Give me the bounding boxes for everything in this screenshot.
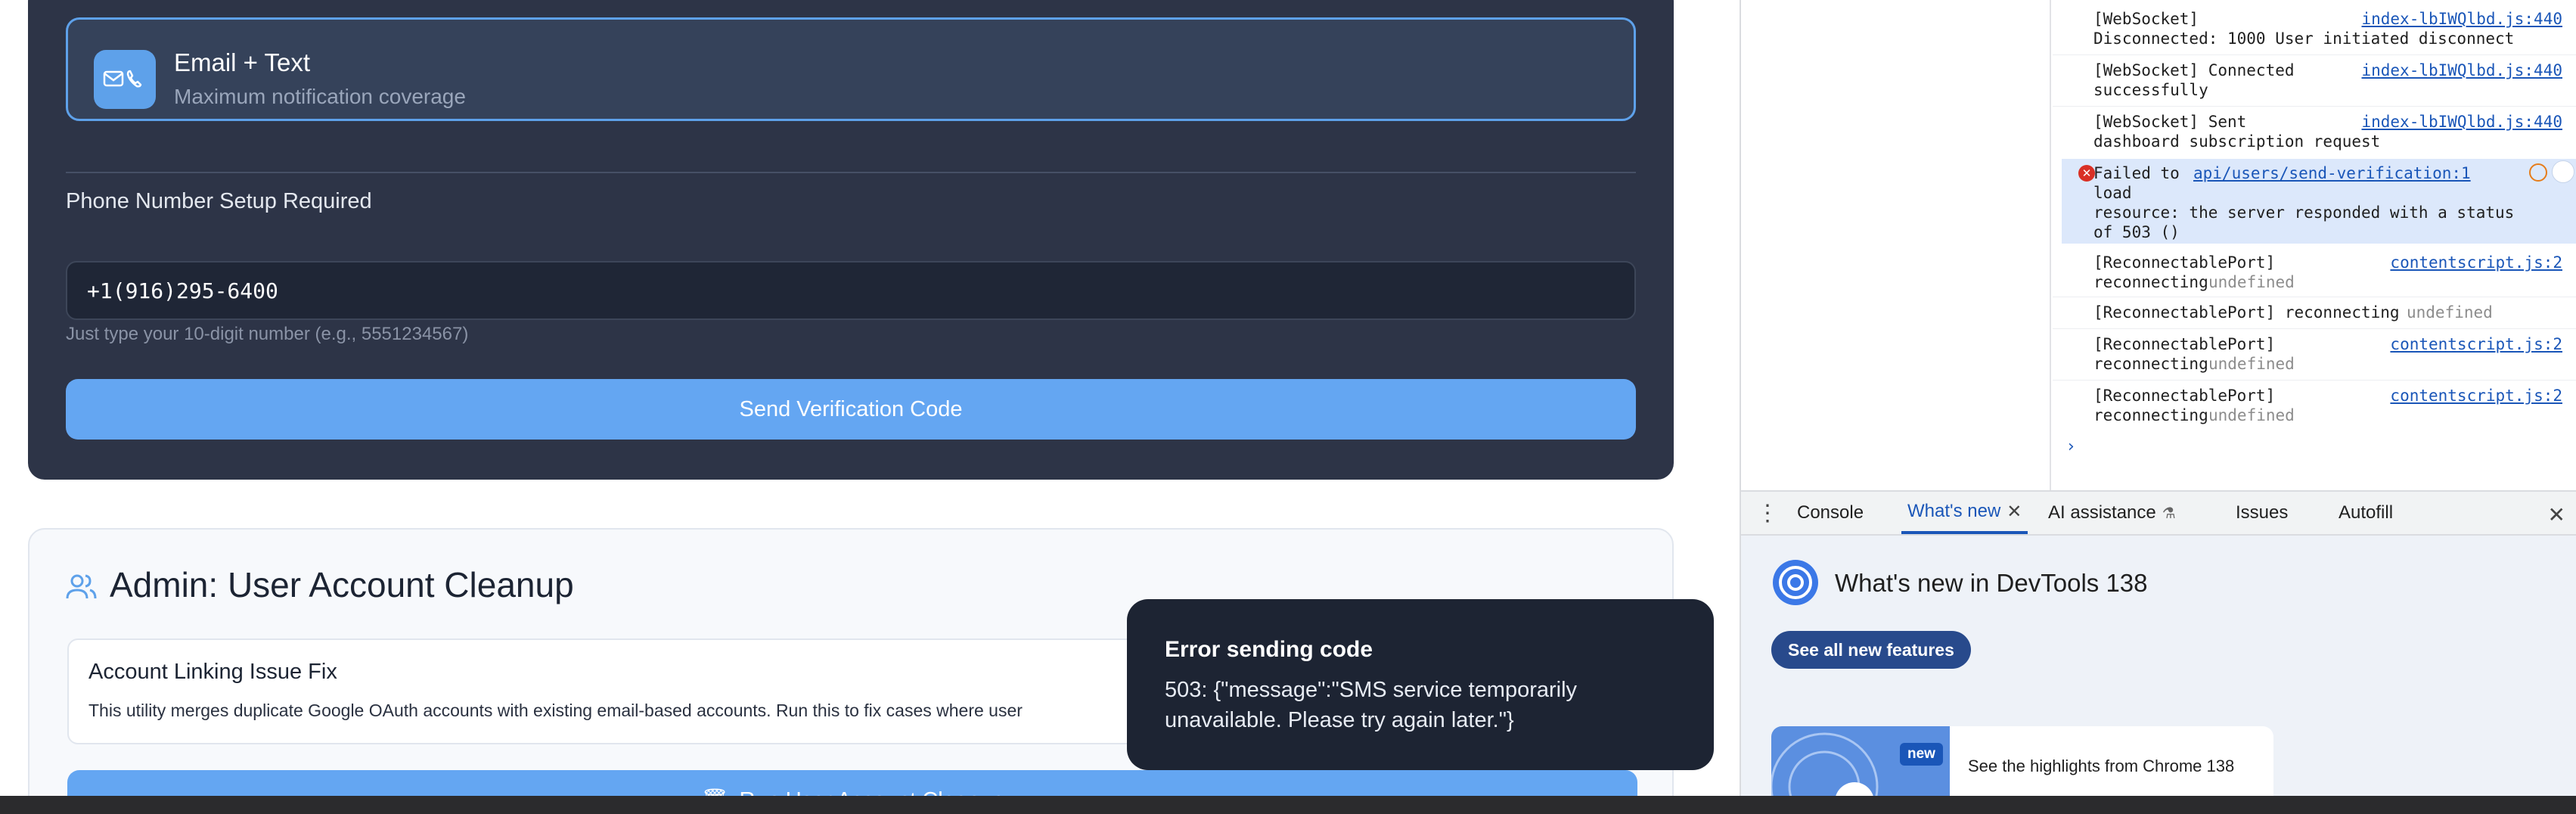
users-icon [66,574,97,599]
console-message: [ReconnectablePort] reconnecting undefin… [2053,303,2576,324]
tab-console[interactable]: Console [1797,492,1864,534]
console-message: [WebSocket] Disconnected: 1000 User init… [2053,9,2576,50]
close-drawer-icon[interactable]: ✕ [2548,502,2565,527]
console-separator [2053,328,2576,329]
error-toast: Error sending code 503: {"message":"SMS … [1127,599,1714,770]
see-all-features-button[interactable]: See all new features [1771,631,1971,669]
flask-icon: ⚗ [2162,505,2176,522]
phone-setup-heading: Phone Number Setup Required [66,189,372,213]
console-message-undefined: undefined [2208,273,2295,291]
console-message-source[interactable]: index-lbIWQlbd.js:440 [2361,61,2562,80]
phone-hint: Just type your 10-digit number (e.g., 55… [66,324,469,344]
devtools-panel: [WebSocket] Disconnected: 1000 User init… [1740,0,2576,814]
console-separator [2053,106,2576,107]
fix-description: This utility merges duplicate Google OAu… [88,701,1023,720]
console-message-undefined: undefined [2208,355,2295,373]
run-cleanup-label: Run User Account Cleanup [740,788,1004,797]
tab-ai-assistance[interactable]: AI assistance ⚗ [2048,492,2176,534]
notification-settings-card: Email + Text Maximum notification covera… [28,0,1674,480]
fix-title: Account Linking Issue Fix [88,660,337,684]
ai-insight-icon[interactable] [2552,160,2574,183]
mail-phone-icon [94,50,156,109]
console-prompt-chevron[interactable]: › [2068,437,2075,456]
console-separator [2053,380,2576,381]
drawer-tab-bar: ⋮ Console What's new ✕ AI assistance ⚗ I… [1741,490,2576,536]
option-title: Email + Text [174,48,311,76]
admin-title: Admin: User Account Cleanup [110,565,574,604]
more-options-icon[interactable]: ⋮ [1756,492,1779,534]
console-message: [ReconnectablePort] reconnecting undefin… [2053,334,2576,375]
phone-number-input[interactable] [66,261,1636,320]
console-message-source[interactable]: index-lbIWQlbd.js:440 [2361,9,2562,29]
toast-title: Error sending code [1165,637,1373,662]
console-message: [WebSocket] Connected successfully index… [2053,61,2576,101]
new-badge: new [1900,743,1943,766]
tab-ai-assistance-label: AI assistance [2048,502,2156,523]
console-message-text: [WebSocket] Sent dashboard subscription … [2093,113,2381,151]
toast-message: 503: {"message":"SMS service temporarily… [1165,678,1578,732]
option-subtitle: Maximum notification coverage [174,85,466,108]
console-message: [ReconnectablePort] reconnecting undefin… [2053,386,2576,427]
divider [66,172,1636,173]
console-message-text: [WebSocket] Connected successfully [2093,61,2295,99]
tab-whats-new[interactable]: What's new ✕ [1901,492,2028,534]
whats-new-panel: What's new in DevTools 138 See all new f… [1741,536,2576,814]
close-tab-icon[interactable]: ✕ [2006,501,2022,523]
error-icon: ✕ [2078,165,2095,182]
highlights-text: See the highlights from Chrome 138 [1968,757,2235,775]
console-message-source[interactable]: index-lbIWQlbd.js:440 [2361,112,2562,132]
console-message-source[interactable]: contentscript.js:2 [2390,253,2562,272]
console-message: [ReconnectablePort] reconnecting undefin… [2053,253,2576,294]
tab-autofill[interactable]: Autofill [2339,492,2393,534]
console-log: [WebSocket] Disconnected: 1000 User init… [2053,0,2576,490]
chrome-devtools-logo-icon [1773,560,1818,605]
send-verification-button[interactable]: Send Verification Code [66,379,1636,440]
tab-issues[interactable]: Issues [2236,492,2288,534]
console-error-message: ✕ Failed to load resource: the server re… [2062,159,2576,244]
app-main: Email + Text Maximum notification covera… [0,0,1740,796]
tab-whats-new-label: What's new [1907,501,2001,521]
trash-icon: 🗑 [701,788,729,796]
console-message-text: [ReconnectablePort] reconnecting [2093,303,2400,322]
console-error-source[interactable]: api/users/send-verification:1 [2193,163,2471,183]
notification-option-email-text[interactable]: Email + Text Maximum notification covera… [66,17,1636,121]
console-message-source[interactable]: contentscript.js:2 [2390,386,2562,405]
console-message-undefined: undefined [2208,406,2295,424]
whats-new-title: What's new in DevTools 138 [1835,569,2148,597]
run-cleanup-button[interactable]: 🗑 Run User Account Cleanup [67,770,1637,796]
console-separator [2053,54,2576,55]
console-message: [WebSocket] Sent dashboard subscription … [2053,112,2576,153]
dock-strip [0,796,2576,814]
console-message-source[interactable]: contentscript.js:2 [2390,334,2562,354]
console-sidebar [1741,0,2051,490]
network-icon[interactable] [2529,163,2547,182]
console-message-undefined: undefined [2407,303,2493,322]
